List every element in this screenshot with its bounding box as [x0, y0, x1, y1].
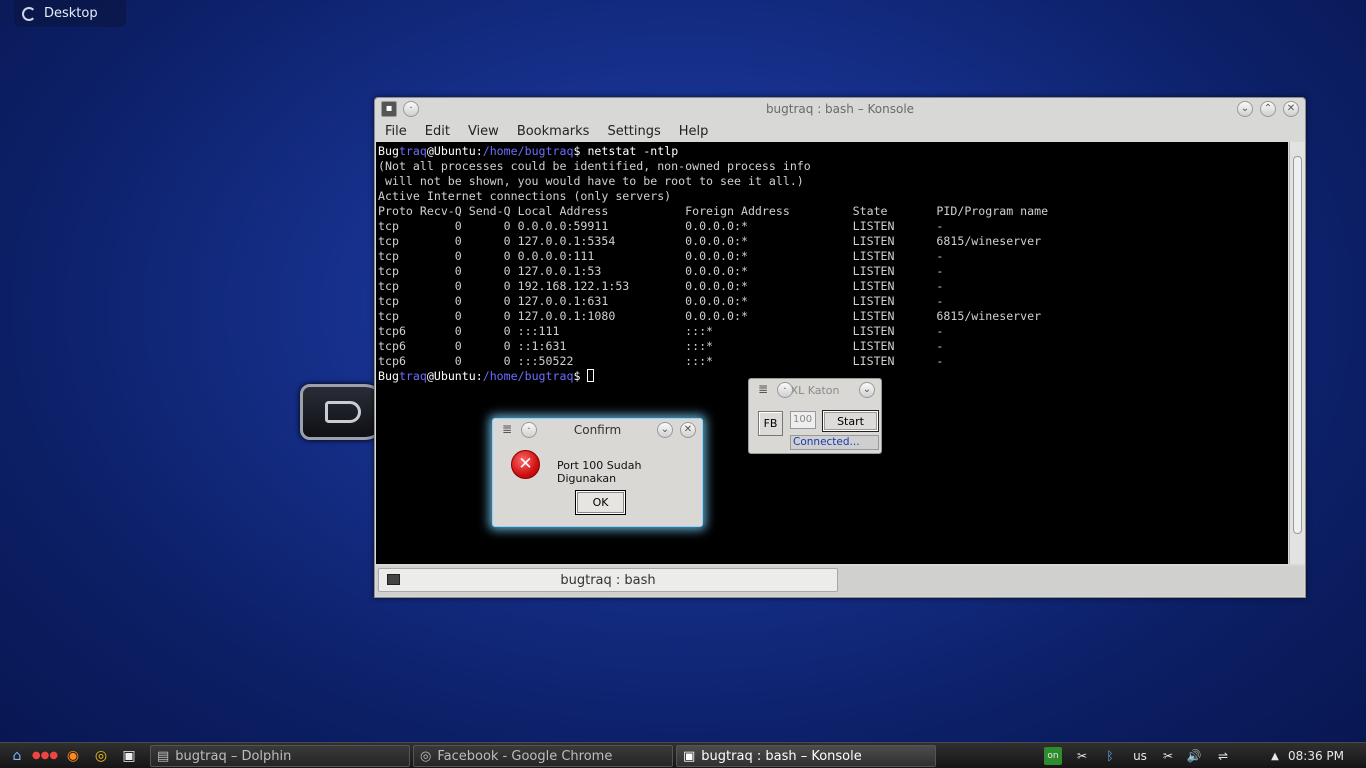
- maximize-button[interactable]: ⌃: [1260, 101, 1276, 117]
- output-line: tcp 0 0 0.0.0.0:59911 0.0.0.0:* LISTEN -: [378, 219, 944, 233]
- close-button[interactable]: ✕: [1283, 101, 1299, 117]
- confirm-title: Confirm: [573, 423, 622, 437]
- taskbar: ⌂ ●●● ◉ ◎ ▣ ▤ bugtraq – Dolphin ◎ Facebo…: [0, 742, 1366, 768]
- window-menu-icon[interactable]: ≣: [755, 382, 771, 398]
- cursor: [587, 369, 595, 382]
- command-text: netstat -ntlp: [587, 144, 679, 158]
- output-line: tcp 0 0 127.0.0.1:53 0.0.0.0:* LISTEN -: [378, 264, 944, 278]
- plasma-cashew-icon: [22, 6, 36, 21]
- menu-edit[interactable]: Edit: [425, 124, 450, 139]
- desktop-toolbox-label: Desktop: [44, 6, 98, 21]
- output-line: tcp 0 0 127.0.0.1:631 0.0.0.0:* LISTEN -: [378, 294, 944, 308]
- task-chrome[interactable]: ◎ Facebook - Google Chrome: [413, 745, 673, 767]
- terminal-icon: [387, 574, 400, 585]
- prompt-line: Bugtraq@Ubuntu:/home/bugtraq$ netstat -n…: [378, 144, 679, 158]
- menu-settings[interactable]: Settings: [607, 124, 660, 139]
- output-line: tcp6 0 0 :::50522 :::* LISTEN -: [378, 354, 944, 368]
- konsole-titlebar[interactable]: ▪ · bugtraq : bash – Konsole ⌄ ⌃ ✕: [375, 98, 1305, 120]
- app-menu-icon[interactable]: ●●●: [32, 745, 58, 767]
- tab-label: bugtraq : bash: [560, 572, 656, 588]
- clock[interactable]: 08:36 PM: [1288, 747, 1344, 765]
- start-button[interactable]: Start: [822, 410, 879, 432]
- konsole-launcher-icon[interactable]: ▣: [118, 745, 140, 767]
- scissors-icon[interactable]: ✂: [1158, 747, 1178, 765]
- confirm-dialog: ≣ · Confirm ⌄ ✕ ✕ Port 100 Sudah Digunak…: [492, 418, 703, 527]
- network-status-icon[interactable]: on: [1044, 747, 1062, 765]
- konsole-title: bugtraq : bash – Konsole: [765, 102, 915, 116]
- chrome-icon: ◎: [420, 748, 432, 764]
- xlkaton-title: XL Katon: [790, 383, 840, 397]
- menu-file[interactable]: File: [385, 124, 407, 139]
- tray-expand-icon[interactable]: ▲: [1268, 747, 1282, 765]
- konsole-tabbar: bugtraq : bash: [376, 566, 1304, 596]
- output-line: (Not all processes could be identified, …: [378, 159, 811, 173]
- minimize-button[interactable]: ⌄: [859, 382, 875, 398]
- terminal-icon: ▣: [683, 748, 696, 764]
- klipper-icon[interactable]: ✂: [1072, 747, 1092, 765]
- status-field: Connected...: [790, 435, 879, 450]
- output-line: tcp 0 0 127.0.0.1:1080 0.0.0.0:* LISTEN …: [378, 309, 1042, 323]
- task-label: bugtraq – Dolphin: [175, 748, 292, 764]
- xlkaton-window: ≣ · XL Katon ⌄ FB 100 Start Connected...: [748, 378, 882, 454]
- output-line: will not be shown, you would have to be …: [378, 174, 804, 188]
- sticky-button[interactable]: ·: [777, 382, 793, 398]
- task-label: Facebook - Google Chrome: [437, 748, 613, 764]
- output-line: tcp 0 0 0.0.0.0:111 0.0.0.0:* LISTEN -: [378, 249, 944, 263]
- output-line: Proto Recv-Q Send-Q Local Address Foreig…: [378, 204, 1049, 218]
- menu-view[interactable]: View: [468, 124, 499, 139]
- chrome-icon[interactable]: ◎: [90, 745, 112, 767]
- minimize-button[interactable]: ⌄: [657, 422, 673, 438]
- fb-button[interactable]: FB: [758, 411, 783, 436]
- task-konsole[interactable]: ▣ bugtraq : bash – Konsole: [676, 745, 936, 767]
- close-button[interactable]: ✕: [680, 422, 696, 438]
- output-line: tcp6 0 0 :::111 :::* LISTEN -: [378, 324, 944, 338]
- window-menu-icon[interactable]: ≣: [499, 422, 515, 438]
- ok-button[interactable]: OK: [575, 490, 626, 515]
- bluetooth-icon[interactable]: ᛒ: [1100, 747, 1120, 765]
- minimize-button[interactable]: ⌄: [1237, 101, 1253, 117]
- keyboard-layout[interactable]: us: [1128, 747, 1152, 765]
- task-dolphin[interactable]: ▤ bugtraq – Dolphin: [150, 745, 410, 767]
- output-line: Active Internet connections (only server…: [378, 189, 672, 203]
- usb-icon[interactable]: ⇌: [1212, 747, 1234, 765]
- task-label: bugtraq : bash – Konsole: [701, 748, 862, 764]
- konsole-app-icon[interactable]: ▪: [381, 101, 397, 117]
- konsole-menubar: File Edit View Bookmarks Settings Help: [375, 120, 1305, 142]
- menu-bookmarks[interactable]: Bookmarks: [517, 124, 590, 139]
- confirm-message: Port 100 Sudah Digunakan: [557, 459, 642, 485]
- tab-bugtraq-bash[interactable]: bugtraq : bash: [378, 568, 838, 592]
- firefox-icon[interactable]: ◉: [62, 745, 84, 767]
- output-line: tcp 0 0 192.168.122.1:53 0.0.0.0:* LISTE…: [378, 279, 944, 293]
- menu-help[interactable]: Help: [679, 124, 709, 139]
- kickoff-launcher-icon[interactable]: ⌂: [6, 745, 28, 767]
- port-input[interactable]: 100: [790, 411, 816, 429]
- sticky-button[interactable]: ·: [521, 422, 537, 438]
- sticky-button[interactable]: ·: [403, 101, 419, 117]
- volume-icon[interactable]: 🔊: [1184, 747, 1204, 765]
- confirm-titlebar[interactable]: ≣ · Confirm ⌄ ✕: [493, 419, 702, 441]
- xlkaton-titlebar[interactable]: ≣ · XL Katon ⌄: [749, 379, 881, 401]
- terminal-scrollbar[interactable]: [1289, 142, 1305, 564]
- dolphin-icon: ▤: [157, 748, 170, 764]
- desktop-toolbox[interactable]: Desktop: [14, 0, 126, 27]
- error-icon: ✕: [511, 450, 540, 479]
- output-line: tcp6 0 0 ::1:631 :::* LISTEN -: [378, 339, 944, 353]
- scrollbar-thumb[interactable]: [1293, 156, 1302, 534]
- output-line: tcp 0 0 127.0.0.1:5354 0.0.0.0:* LISTEN …: [378, 234, 1042, 248]
